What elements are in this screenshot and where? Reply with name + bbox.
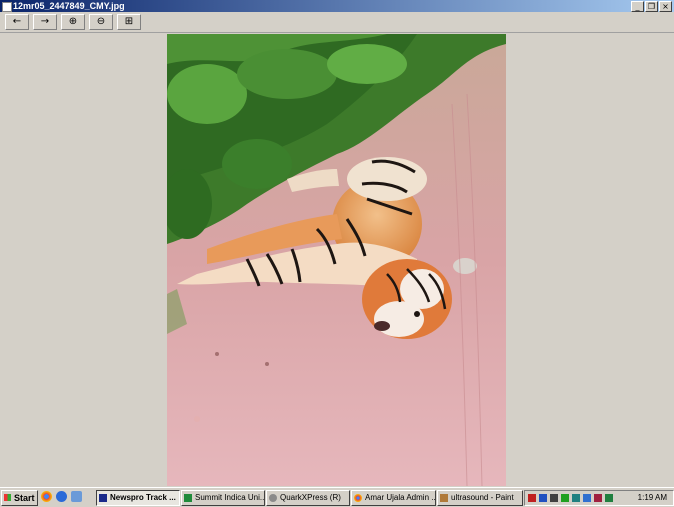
window-title: 12mr05_2447849_CMY.jpg	[13, 1, 125, 11]
tray-network-icon[interactable]	[539, 494, 547, 502]
chrome-quicklaunch-icon[interactable]	[41, 491, 52, 502]
tiger-photo-graphic	[167, 34, 506, 486]
minimize-button[interactable]: _	[631, 1, 644, 12]
window-controls: _ ❐ ×	[631, 1, 672, 12]
taskbar-item-amar-ujala[interactable]: Amar Ujala Admin ...	[351, 490, 436, 506]
viewer-toolbar: ← → ⊕ ⊖ ⊞	[0, 12, 674, 33]
title-bar[interactable]: 12mr05_2447849_CMY.jpg _ ❐ ×	[0, 0, 674, 12]
tray-sync-icon[interactable]	[572, 494, 580, 502]
ie-quicklaunch-icon[interactable]	[56, 491, 67, 502]
task-label: Newspro Track ...	[110, 493, 176, 502]
tray-security-icon[interactable]	[561, 494, 569, 502]
desktop-quicklaunch-icon[interactable]	[71, 491, 82, 502]
newspro-icon	[99, 494, 107, 502]
start-button[interactable]: Start	[1, 490, 38, 506]
image-file-icon	[2, 2, 12, 12]
next-image-button[interactable]: →	[33, 14, 57, 30]
tray-app-icon[interactable]	[528, 494, 536, 502]
tray-monitor-icon[interactable]	[583, 494, 591, 502]
restore-button[interactable]: ❐	[645, 1, 658, 12]
zoom-out-button[interactable]: ⊖	[89, 14, 113, 30]
system-tray: 1:19 AM	[524, 490, 674, 506]
tray-grid-icon[interactable]	[550, 494, 558, 502]
tray-volume-icon[interactable]	[605, 494, 613, 502]
previous-image-button[interactable]: ←	[5, 14, 29, 30]
best-fit-button[interactable]: ⊞	[117, 14, 141, 30]
zoom-in-button[interactable]: ⊕	[61, 14, 85, 30]
close-button[interactable]: ×	[659, 1, 672, 12]
image-viewport[interactable]	[0, 33, 674, 486]
task-label: Summit Indica Uni...	[195, 493, 265, 502]
tiger-photo	[167, 34, 506, 486]
task-label: ultrasound - Paint	[451, 493, 514, 502]
task-label: QuarkXPress (R)	[280, 493, 341, 502]
clock[interactable]: 1:19 AM	[638, 491, 667, 505]
taskbar-item-quark[interactable]: QuarkXPress (R)	[266, 490, 350, 506]
task-label: Amar Ujala Admin ...	[365, 493, 436, 502]
taskbar: Start Newspro Track ... Summit Indica Un…	[0, 487, 674, 507]
chrome-icon	[354, 494, 362, 502]
start-label: Start	[14, 493, 35, 503]
windows-logo-icon	[4, 494, 11, 501]
paint-icon	[440, 494, 448, 502]
excel-icon	[184, 494, 192, 502]
taskbar-item-paint[interactable]: ultrasound - Paint	[437, 490, 523, 506]
taskbar-item-summit[interactable]: Summit Indica Uni...	[181, 490, 265, 506]
tray-shield-icon[interactable]	[594, 494, 602, 502]
taskbar-item-newspro[interactable]: Newspro Track ...	[96, 490, 180, 506]
quark-icon	[269, 494, 277, 502]
